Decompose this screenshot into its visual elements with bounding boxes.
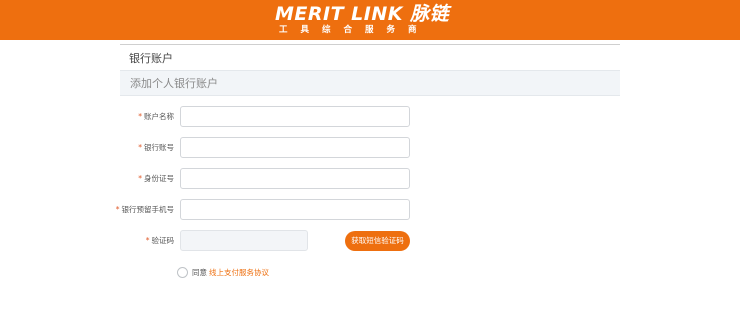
form-row-id-number: * 身份证号 xyxy=(120,168,620,190)
phone-label-text: 银行预留手机号 xyxy=(121,205,175,214)
bank-account-label: * 银行账号 xyxy=(138,141,174,155)
page-title: 银行账户 xyxy=(129,52,173,65)
id-number-label: * 身份证号 xyxy=(138,172,174,186)
id-number-input[interactable] xyxy=(180,168,410,189)
id-number-label-text: 身份证号 xyxy=(144,174,174,183)
brand-name: MERIT LINK 脉链 xyxy=(275,3,450,25)
required-mark: * xyxy=(145,236,150,245)
account-name-label-text: 账户名称 xyxy=(144,112,174,121)
verification-code-input[interactable] xyxy=(180,230,308,251)
bank-account-input[interactable] xyxy=(180,137,410,158)
verification-code-label: * 验证码 xyxy=(146,234,174,248)
required-mark: * xyxy=(138,112,142,121)
main-content: 银行账户 添加个人银行账户 * 账户名称 * 银行账号 * 身份证号 * 银行预留手机号… xyxy=(116,44,620,314)
phone-input[interactable] xyxy=(180,199,410,220)
phone-label: * 银行预留手机号 xyxy=(116,203,174,217)
agreement-row: 同意 线上支付服务协议 xyxy=(177,266,377,280)
form-row-account-name: * 账户名称 xyxy=(120,106,620,128)
required-mark: * xyxy=(138,174,142,183)
bank-account-label-text: 银行账号 xyxy=(144,143,174,152)
agreement-link[interactable]: 线上支付服务协议 xyxy=(209,266,269,280)
required-mark: * xyxy=(115,205,120,214)
agree-label: 同意 xyxy=(192,268,207,277)
required-mark: * xyxy=(138,143,142,152)
brand-tagline: 工具综合服务商 xyxy=(279,25,430,35)
verification-code-label-text: 验证码 xyxy=(151,236,175,245)
agree-radio[interactable] xyxy=(177,267,188,278)
top-header-bar: MERIT LINK 脉链 工具综合服务商 xyxy=(0,0,740,40)
divider xyxy=(120,44,620,45)
form-row-bank-account: * 银行账号 xyxy=(120,137,620,159)
account-name-label: * 账户名称 xyxy=(138,110,174,124)
brand-logo[interactable]: MERIT LINK 脉链 工具综合服务商 xyxy=(0,0,740,40)
form-row-verification-code: * 验证码 获取短信验证码 xyxy=(120,230,620,252)
account-name-input[interactable] xyxy=(180,106,410,127)
form-subheader: 添加个人银行账户 xyxy=(120,70,620,96)
form-subheading: 添加个人银行账户 xyxy=(130,77,218,90)
get-sms-code-button[interactable]: 获取短信验证码 xyxy=(345,231,410,251)
form-row-phone: * 银行预留手机号 xyxy=(116,199,620,221)
